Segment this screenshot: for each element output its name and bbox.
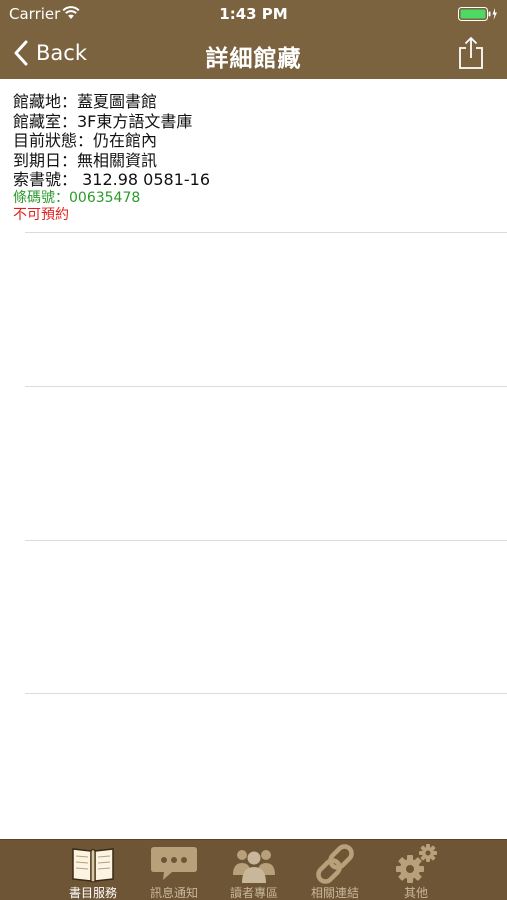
page-title: 詳細館藏 — [205, 46, 302, 72]
gears-icon — [396, 844, 437, 883]
share-icon[interactable] — [457, 36, 485, 70]
tab-label: 相關連結 — [310, 886, 359, 900]
book-icon — [72, 848, 114, 883]
tab-label: 讀者專區 — [229, 886, 278, 900]
users-icon — [233, 850, 275, 883]
tab-bar: 書目服務 訊息通知 讀者專區 相關連結 其他 — [0, 839, 507, 900]
barcode-number: 條碼號：00635478 — [13, 189, 141, 206]
collection-room: 館藏室：3F東方語文書庫 — [13, 111, 193, 131]
call-number: 索書號： 312.98 0581-16 — [13, 170, 211, 190]
reservation-status: 不可預約 — [13, 206, 69, 223]
status-bar: Carrier 1:43 PM — [0, 0, 507, 28]
due-date: 到期日：無相關資訊 — [13, 150, 158, 170]
tab-other[interactable]: 其他 — [375, 840, 457, 900]
tab-related-links[interactable]: 相關連結 — [294, 840, 376, 900]
tab-label: 訊息通知 — [149, 886, 198, 900]
header: Carrier 1:43 PM Back 詳細館藏 — [0, 0, 507, 79]
link-icon — [316, 844, 354, 884]
tab-label: 其他 — [403, 886, 428, 900]
row-divider — [25, 232, 507, 233]
chat-bubble-icon — [151, 847, 197, 880]
row-divider — [25, 693, 507, 694]
screen: Carrier 1:43 PM Back 詳細館藏 館藏地：蓋夏圖書館 館藏室：… — [0, 0, 507, 900]
row-divider — [25, 386, 507, 387]
battery-icon — [458, 7, 497, 21]
clock: 1:43 PM — [219, 5, 288, 23]
library-location: 館藏地：蓋夏圖書館 — [13, 92, 158, 111]
tab-label: 書目服務 — [68, 886, 117, 900]
tab-bibliographic-services[interactable]: 書目服務 — [52, 840, 134, 900]
tab-reader-area[interactable]: 讀者專區 — [213, 840, 295, 900]
row-divider — [25, 540, 507, 541]
holding-detail: 館藏地：蓋夏圖書館 館藏室：3F東方語文書庫 目前狀態：仍在館內 到期日：無相關… — [13, 92, 493, 224]
tab-notifications[interactable]: 訊息通知 — [133, 840, 215, 900]
current-status: 目前狀態：仍在館內 — [13, 131, 158, 151]
nav-bar: Back 詳細館藏 — [0, 28, 507, 79]
